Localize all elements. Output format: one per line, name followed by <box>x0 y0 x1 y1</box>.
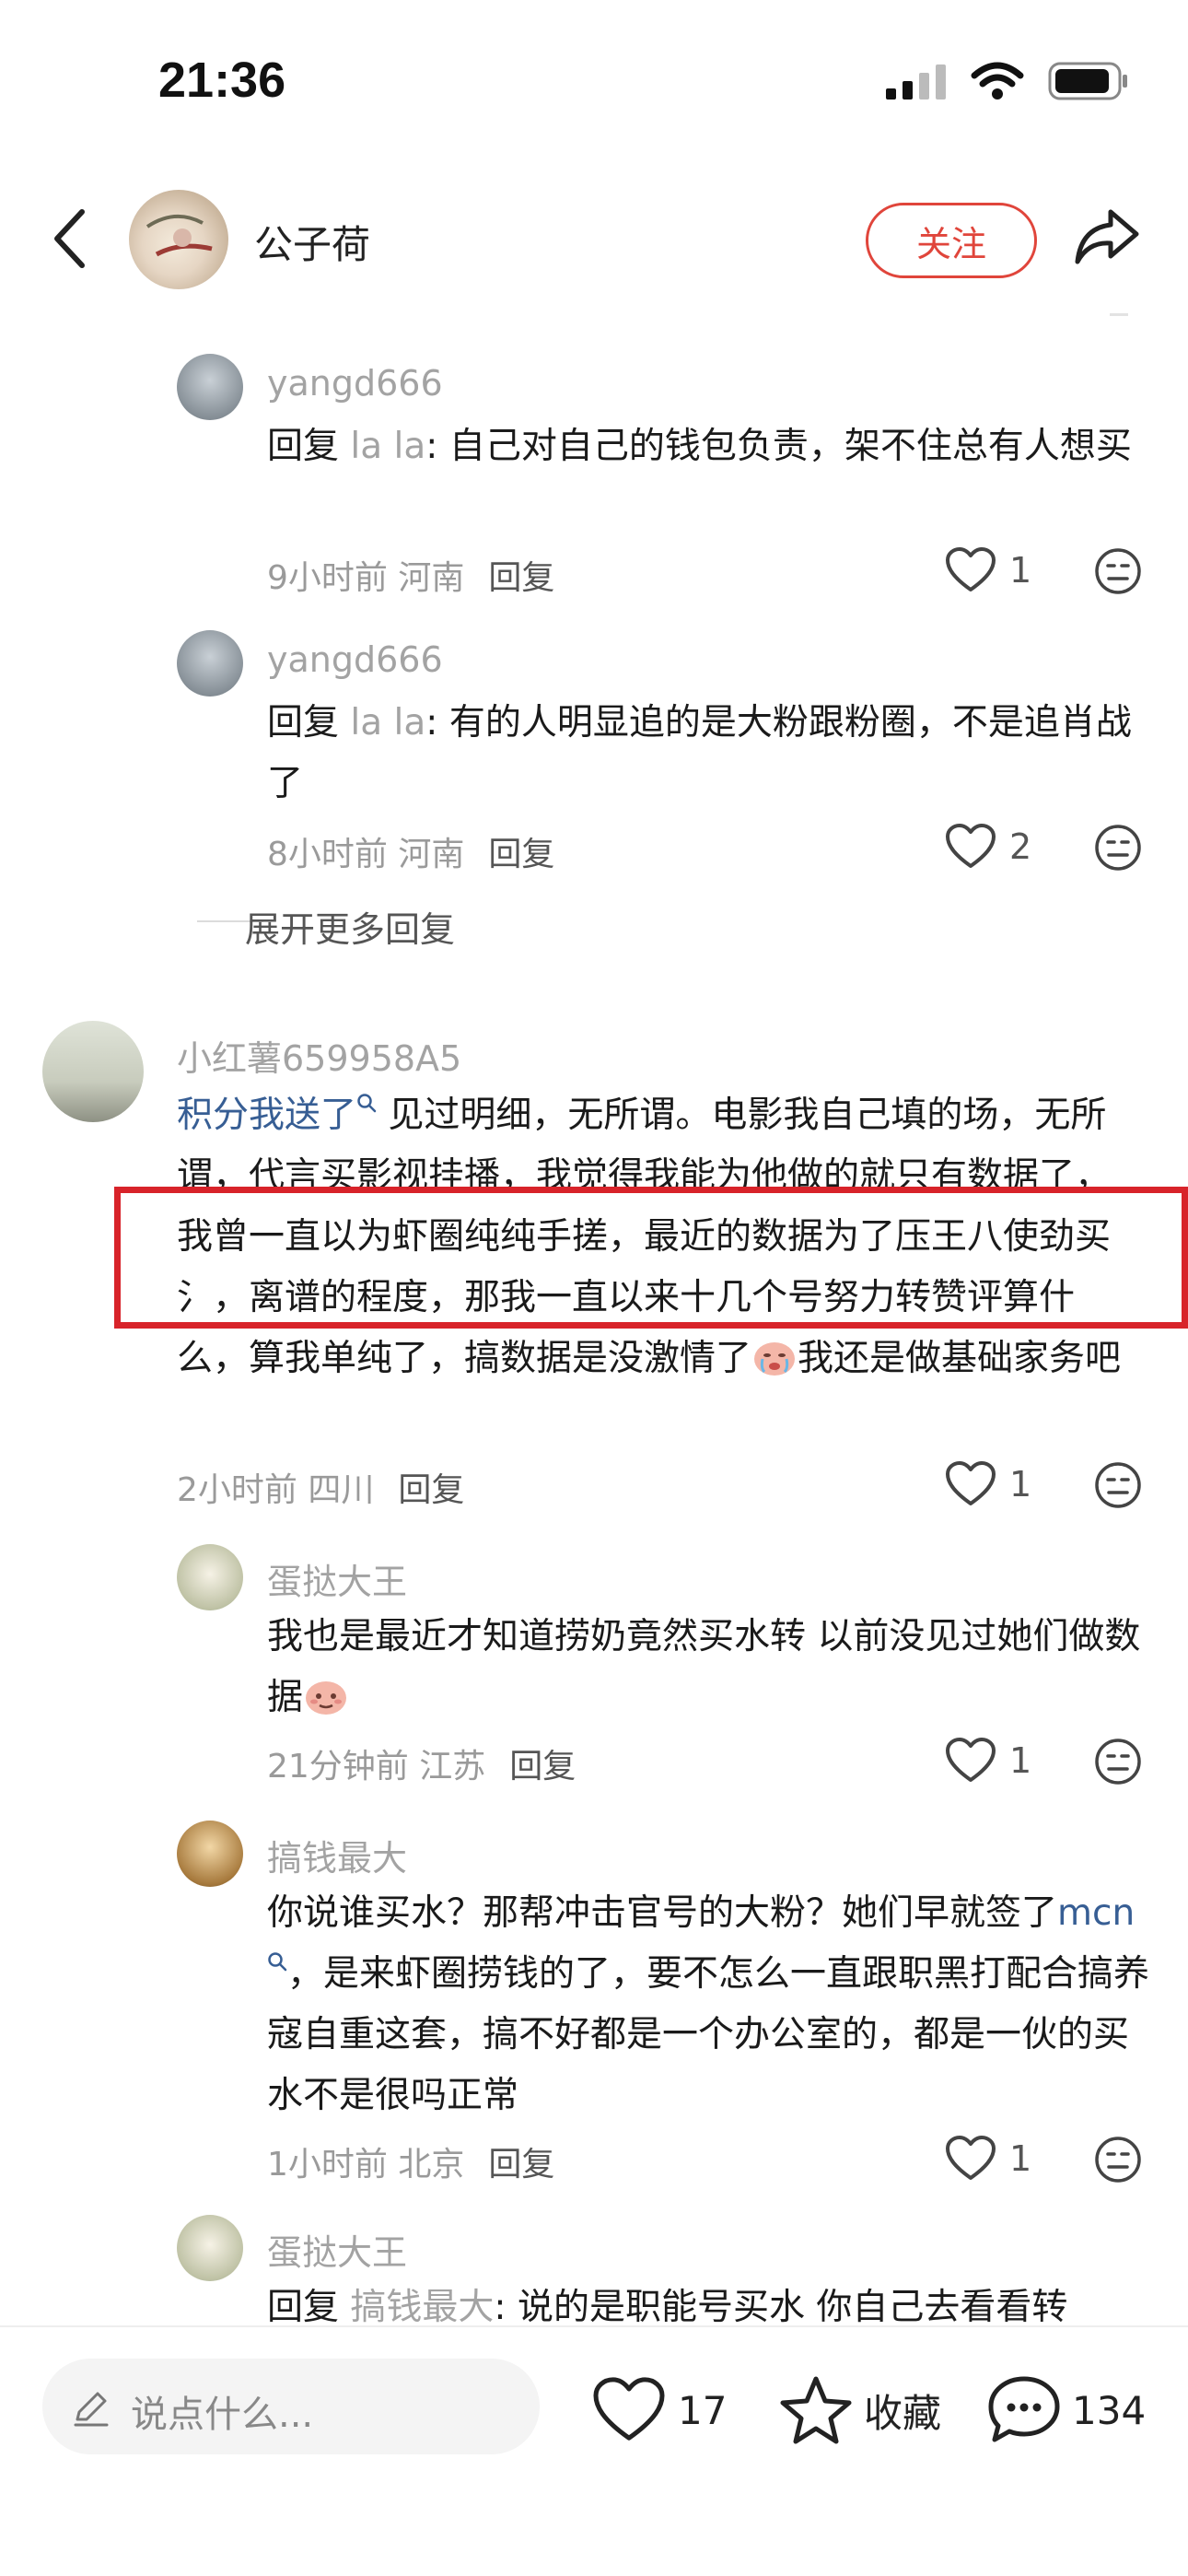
like-count: 1 <box>1009 1464 1032 1505</box>
heart-icon <box>946 824 996 868</box>
like-button[interactable]: 1 <box>945 1738 1031 1784</box>
like-button[interactable]: 2 <box>945 824 1031 870</box>
comment-text: 你说谁买水？那帮冲击官号的大粉？她们早就签了mcn，是来虾圈捞钱的了，要不怎么一… <box>267 1892 1150 2116</box>
heart-icon <box>593 2377 665 2441</box>
collect-label: 收藏 <box>864 2390 942 2436</box>
comment-username[interactable]: yangd666 <box>267 363 443 404</box>
dislike-face-icon[interactable] <box>1094 824 1142 872</box>
comments-count: 134 <box>1072 2387 1147 2433</box>
like-count: 2 <box>1009 826 1032 867</box>
author-avatar[interactable] <box>129 190 228 289</box>
share-icon[interactable] <box>1074 206 1140 265</box>
heart-icon <box>946 2136 996 2180</box>
dislike-face-icon[interactable] <box>1094 1738 1142 1786</box>
comment-username[interactable]: yangd666 <box>267 639 443 680</box>
avatar[interactable] <box>177 630 243 697</box>
comments-button[interactable]: 134 <box>987 2375 1146 2445</box>
heart-icon <box>946 1461 996 1505</box>
pencil-icon <box>74 2392 109 2427</box>
blush-emoji-icon <box>306 1681 347 1715</box>
post-like-count: 17 <box>678 2387 728 2433</box>
reply-target[interactable]: la la <box>350 426 425 467</box>
topic-link[interactable]: 积分我送了 <box>177 1095 356 1136</box>
comment-meta: 2小时前 四川 回复 <box>177 1471 465 1509</box>
star-icon <box>780 2376 852 2444</box>
comment-username[interactable]: 蛋挞大王 <box>267 1553 407 1604</box>
status-icons <box>886 61 1129 101</box>
dislike-face-icon[interactable] <box>1094 2136 1142 2184</box>
wifi-icon <box>971 62 1024 100</box>
comment-text: 我也是最近才知道捞奶竟然买水转 以前没见过她们做数据 <box>267 1616 1141 1718</box>
crying-emoji-icon <box>754 1342 796 1376</box>
collect-button[interactable]: 收藏 <box>779 2375 941 2445</box>
like-count: 1 <box>1009 550 1032 591</box>
expand-more-replies[interactable]: 展开更多回复 <box>245 901 455 952</box>
avatar-art <box>146 214 213 257</box>
topic-link[interactable]: mcn <box>1057 1892 1135 1934</box>
reply-button[interactable]: 回复 <box>488 559 554 597</box>
scroll-indicator <box>1110 313 1128 316</box>
heart-icon <box>946 1738 996 1782</box>
like-count: 1 <box>1009 1740 1032 1781</box>
post-like-button[interactable]: 17 <box>591 2377 727 2443</box>
signal-icon <box>886 64 946 100</box>
avatar[interactable] <box>177 354 243 420</box>
reply-button[interactable]: 回复 <box>488 836 554 873</box>
avatar[interactable] <box>177 2215 243 2281</box>
avatar[interactable] <box>42 1021 144 1122</box>
reply-button[interactable]: 回复 <box>488 2146 554 2184</box>
author-name[interactable]: 公子荷 <box>254 214 370 270</box>
dislike-face-icon[interactable] <box>1094 547 1142 595</box>
bottom-divider <box>0 2325 1188 2327</box>
comment-username[interactable]: 蛋挞大王 <box>267 2224 407 2275</box>
reply-button[interactable]: 回复 <box>398 1471 464 1509</box>
comment-text: 回复 la la: 有的人明显追的是大粉跟粉圈，不是追肖战了 <box>267 702 1132 804</box>
comment-meta: 21分钟前 江苏 回复 <box>267 1748 577 1786</box>
reply-target[interactable]: la la <box>350 702 425 744</box>
like-button[interactable]: 1 <box>945 1461 1031 1507</box>
comment-username[interactable]: 小红薯659958A5 <box>177 1030 461 1081</box>
comment-meta: 9小时前 河南 回复 <box>267 559 555 597</box>
like-button[interactable]: 1 <box>945 2136 1031 2182</box>
comment-meta: 1小时前 北京 回复 <box>267 2146 555 2184</box>
status-time: 21:36 <box>158 53 286 108</box>
search-icon <box>268 1952 287 1972</box>
search-icon <box>357 1094 377 1113</box>
like-count: 1 <box>1009 2138 1032 2179</box>
comment-username[interactable]: 搞钱最大 <box>267 1830 407 1880</box>
avatar[interactable] <box>177 1821 243 1887</box>
avatar[interactable] <box>177 1544 243 1610</box>
highlight-box <box>114 1187 1188 1329</box>
like-button[interactable]: 1 <box>945 547 1031 593</box>
back-icon[interactable] <box>52 208 88 269</box>
comment-input-placeholder: 说点什么... <box>131 2394 314 2436</box>
comment-bubble-icon <box>988 2376 1060 2442</box>
reply-target[interactable]: 搞钱最大 <box>350 2287 494 2325</box>
comment-input[interactable]: 说点什么... <box>42 2359 540 2454</box>
follow-button[interactable]: 关注 <box>866 203 1037 278</box>
battery-icon <box>1048 62 1127 100</box>
comment-meta: 8小时前 河南 回复 <box>267 836 555 873</box>
heart-icon <box>946 547 996 591</box>
reply-button[interactable]: 回复 <box>509 1748 576 1786</box>
dislike-face-icon[interactable] <box>1094 1461 1142 1509</box>
comment-text: 回复 la la: 自己对自己的钱包负责，架不住总有人想买 <box>267 426 1132 467</box>
comment-text: 回复 搞钱最大: 说的是职能号买水 你自己去看看转 <box>267 2277 1151 2325</box>
